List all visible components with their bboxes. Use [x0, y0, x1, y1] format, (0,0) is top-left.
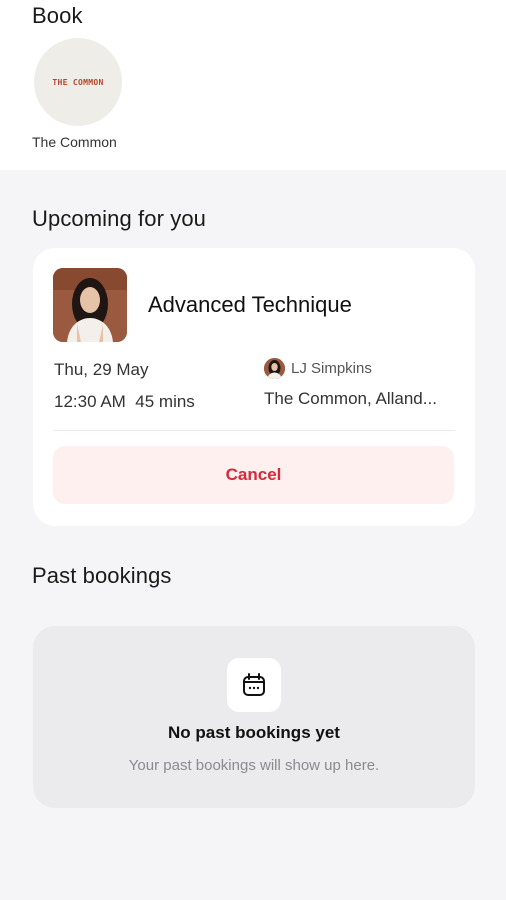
calendar-icon	[227, 658, 281, 712]
avatar-icon	[264, 358, 285, 379]
studio-the-common[interactable]: THE COMMON The Common	[32, 38, 124, 150]
upcoming-title: Upcoming for you	[32, 206, 207, 231]
instructor: LJ Simpkins	[264, 358, 372, 379]
cancel-button[interactable]: Cancel	[53, 446, 454, 504]
class-name: Advanced Technique	[148, 292, 352, 317]
instructor-photo-icon	[53, 268, 127, 342]
booking-date: Thu, 29 May	[54, 360, 149, 379]
past-bookings-empty-state: No past bookings yet Your past bookings …	[33, 626, 475, 808]
upcoming-booking-card[interactable]: Advanced Technique Thu, 29 May 12:30 AM …	[33, 248, 475, 526]
booking-location: The Common, Alland...	[264, 389, 437, 408]
book-title: Book	[32, 3, 83, 28]
studio-logo: THE COMMON	[34, 38, 122, 126]
book-section: Book THE COMMON The Common	[0, 0, 506, 170]
instructor-name: LJ Simpkins	[291, 360, 372, 377]
card-divider	[53, 430, 455, 431]
booking-time-duration: 12:30 AM 45 mins	[54, 392, 195, 411]
past-bookings-title: Past bookings	[32, 563, 172, 588]
instructor-avatar	[264, 358, 285, 379]
empty-state-subtitle: Your past bookings will show up here.	[128, 757, 380, 774]
studio-name: The Common	[32, 134, 117, 150]
class-photo	[53, 268, 127, 342]
studio-logo-text: THE COMMON	[52, 77, 104, 87]
empty-state-title: No past bookings yet	[168, 723, 340, 742]
